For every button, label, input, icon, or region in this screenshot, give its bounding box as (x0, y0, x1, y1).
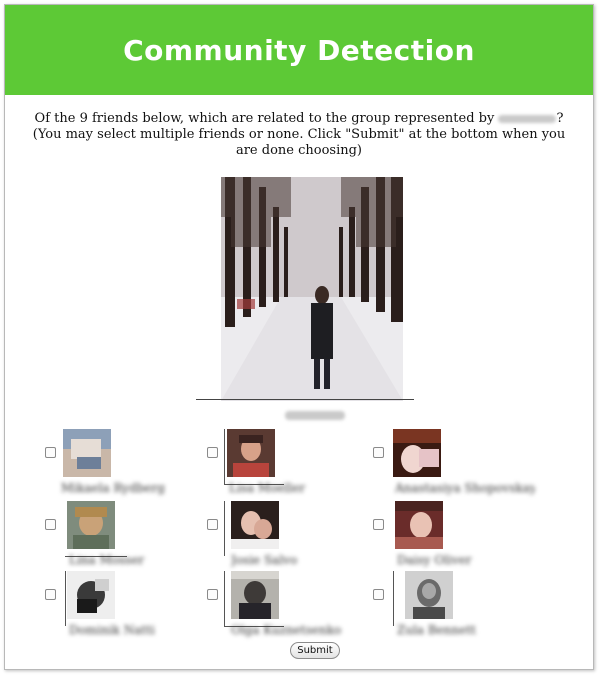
friend-photo-icon (393, 429, 441, 477)
submit-button[interactable]: Submit (290, 642, 340, 659)
friend-option: Daisy Oliver (373, 501, 543, 569)
friend-photo-icon (63, 429, 111, 477)
friend-name-blurred: Zula Bennett (397, 623, 476, 637)
friend-photo-icon (227, 429, 275, 477)
friend-option: Josie Salvo (207, 501, 377, 569)
friend-option: Dominik Natti (45, 571, 215, 639)
friend-name-blurred: Anastasiya Shopovskaya (395, 481, 535, 495)
friend-photo-icon (405, 571, 453, 619)
friend-photo-icon (67, 571, 115, 619)
blurred-caption (285, 411, 345, 420)
friend-name-blurred: Dominik Natti (69, 623, 155, 637)
blurred-group-name (498, 114, 557, 123)
friend-checkbox[interactable] (207, 589, 218, 600)
friend-checkbox[interactable] (373, 447, 384, 458)
friend-name-blurred: Josie Salvo (231, 553, 298, 567)
group-name-caption (285, 405, 345, 424)
friend-photo-icon (231, 571, 279, 619)
friend-checkbox[interactable] (45, 519, 56, 530)
page-title: Community Detection (123, 33, 475, 67)
thumb-border (224, 571, 225, 626)
friend-name-blurred: Daisy Oliver (397, 553, 472, 567)
question-mark: ? (556, 111, 564, 126)
friend-name-blurred: Olga Kuznetsenko (231, 623, 341, 637)
group-representative-photo (221, 177, 403, 401)
thumb-border (224, 429, 225, 484)
question-line-1: Of the 9 friends below, which are relate… (34, 111, 495, 126)
friend-checkbox[interactable] (373, 589, 384, 600)
friend-checkbox[interactable] (45, 447, 56, 458)
question-text: Of the 9 friends below, which are relate… (25, 111, 573, 159)
thumb-border (393, 571, 394, 626)
friend-checkbox[interactable] (207, 447, 218, 458)
person-in-snow-photo-icon (221, 177, 403, 401)
survey-window: Community Detection Of the 9 friends bel… (4, 4, 594, 670)
friend-checkbox[interactable] (373, 519, 384, 530)
friend-name-blurred: Lisa Moeller (229, 481, 306, 495)
friend-option: Olga Kuznetsenko (207, 571, 377, 639)
friend-option: Anastasiya Shopovskaya (373, 429, 543, 497)
question-line-2: (You may select multiple friends or none… (32, 127, 566, 158)
friend-option: Mikaela Rydberg (45, 429, 215, 497)
friend-option: Lisa Moeller (207, 429, 377, 497)
thumb-border (224, 501, 225, 556)
friend-photo-icon (395, 501, 443, 549)
friend-checkbox[interactable] (207, 519, 218, 530)
thumb-border (65, 571, 66, 626)
friend-option: Lina Mosser (45, 501, 215, 569)
friend-photo-icon (67, 501, 115, 549)
header-bar: Community Detection (5, 5, 593, 95)
friend-option: Zula Bennett (373, 571, 543, 639)
friend-name-blurred: Mikaela Rydberg (61, 481, 165, 495)
friend-photo-icon (231, 501, 279, 549)
photo-divider (196, 399, 414, 400)
friend-checkbox[interactable] (45, 589, 56, 600)
friend-name-blurred: Lina Mosser (69, 553, 145, 567)
